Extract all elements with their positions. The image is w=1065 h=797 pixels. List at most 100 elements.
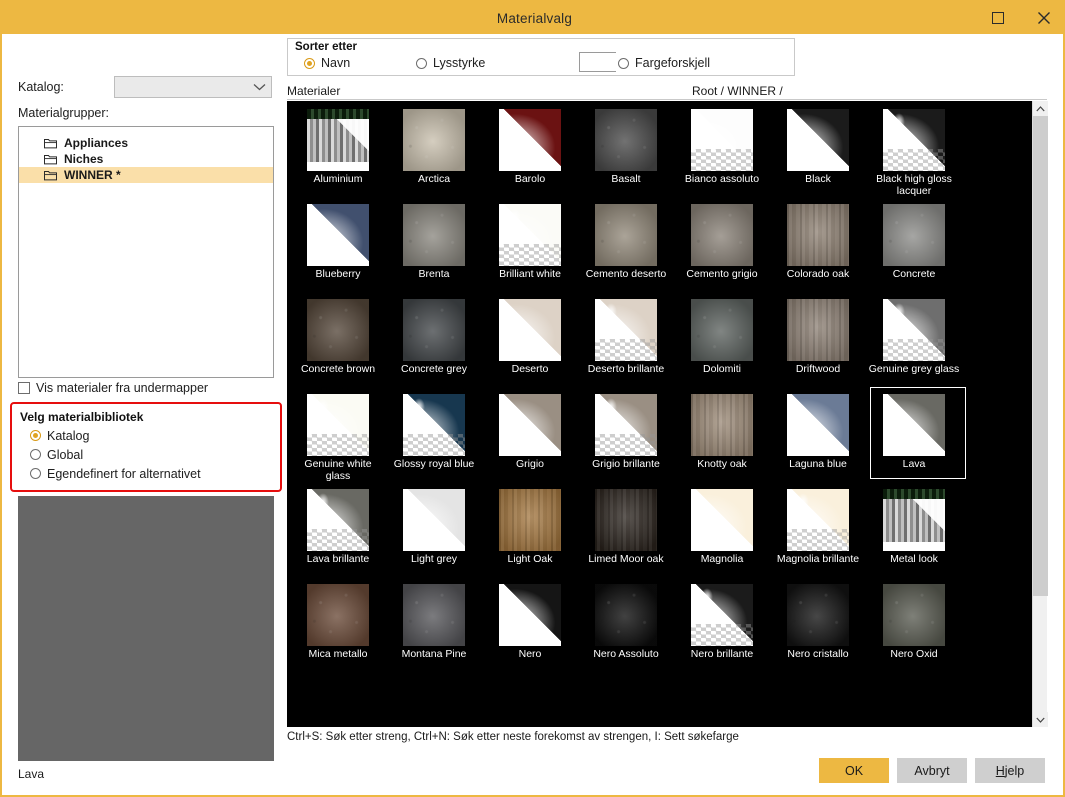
material-item[interactable]: Deserto xyxy=(482,295,578,390)
material-item[interactable]: Nero cristallo xyxy=(770,580,866,675)
material-label: Concrete grey xyxy=(387,364,481,376)
chevron-down-icon[interactable] xyxy=(1033,712,1048,727)
material-label: Nero cristallo xyxy=(771,649,865,661)
catalog-dropdown[interactable] xyxy=(114,76,272,98)
material-item[interactable]: Colorado oak xyxy=(770,200,866,295)
material-item[interactable]: Knotty oak xyxy=(674,390,770,485)
material-item[interactable]: Limed Moor oak xyxy=(578,485,674,580)
material-item[interactable]: Brenta xyxy=(386,200,482,295)
sort-option-lysstyrke[interactable]: Lysstyrke xyxy=(416,56,485,70)
material-preview-pane xyxy=(18,496,274,761)
keyboard-hint-text: Ctrl+S: Søk etter streng, Ctrl+N: Søk et… xyxy=(287,731,739,743)
material-item[interactable]: Genuine grey glass xyxy=(866,295,962,390)
material-item[interactable]: Dolomiti xyxy=(674,295,770,390)
sort-option-fargeforskjell[interactable]: Fargeforskjell xyxy=(618,56,710,70)
group-item-label: Appliances xyxy=(64,136,128,150)
material-label: Magnolia brillante xyxy=(771,554,865,566)
group-item-appliances[interactable]: Appliances xyxy=(19,135,273,151)
material-swatch xyxy=(787,204,849,266)
material-library-group: Velg materialbibliotek Katalog Global Eg… xyxy=(10,402,282,492)
material-item[interactable]: Light Oak xyxy=(482,485,578,580)
scrollbar-thumb[interactable] xyxy=(1033,116,1048,596)
material-label: Dolomiti xyxy=(675,364,769,376)
material-item[interactable]: Nero Assoluto xyxy=(578,580,674,675)
title-bar: Materialvalg xyxy=(2,2,1065,34)
material-item[interactable]: Light grey xyxy=(386,485,482,580)
material-label: Magnolia xyxy=(675,554,769,566)
material-label: Nero Oxid xyxy=(867,649,961,661)
material-item[interactable]: Basalt xyxy=(578,105,674,200)
material-item[interactable]: Nero Oxid xyxy=(866,580,962,675)
group-item-winner[interactable]: WINNER * xyxy=(19,167,273,183)
color-difference-input[interactable] xyxy=(579,52,616,72)
material-item[interactable]: Driftwood xyxy=(770,295,866,390)
materials-scrollbar[interactable] xyxy=(1032,101,1047,727)
material-item[interactable]: Arctica xyxy=(386,105,482,200)
material-swatch xyxy=(691,584,753,646)
material-label: Light grey xyxy=(387,554,481,566)
chevron-up-icon[interactable] xyxy=(1033,101,1048,116)
material-item[interactable]: Brilliant white xyxy=(482,200,578,295)
material-item[interactable]: Metal look xyxy=(866,485,962,580)
material-item[interactable]: Grigio brillante xyxy=(578,390,674,485)
material-item[interactable]: Cemento deserto xyxy=(578,200,674,295)
group-item-niches[interactable]: Niches xyxy=(19,151,273,167)
material-item[interactable]: Lava xyxy=(866,390,962,485)
library-option-custom[interactable]: Egendefinert for alternativet xyxy=(20,464,272,483)
material-item[interactable]: Aluminium xyxy=(290,105,386,200)
material-item[interactable]: Grigio xyxy=(482,390,578,485)
material-swatch xyxy=(691,204,753,266)
material-item[interactable]: Deserto brillante xyxy=(578,295,674,390)
material-swatch xyxy=(787,489,849,551)
material-item[interactable]: Black xyxy=(770,105,866,200)
material-swatch xyxy=(787,394,849,456)
material-swatch xyxy=(499,204,561,266)
help-accel: H xyxy=(996,764,1005,778)
material-swatch xyxy=(307,299,369,361)
library-option-katalog[interactable]: Katalog xyxy=(20,426,272,445)
materials-breadcrumb: Root / WINNER / xyxy=(692,84,783,98)
material-swatch xyxy=(691,394,753,456)
ok-button[interactable]: OK xyxy=(819,758,889,783)
material-swatch xyxy=(307,584,369,646)
material-item[interactable]: Glossy royal blue xyxy=(386,390,482,485)
materials-grid-container[interactable]: AluminiumArcticaBaroloBasaltBianco assol… xyxy=(287,101,1032,727)
radio-indicator xyxy=(304,58,315,69)
material-swatch xyxy=(499,299,561,361)
material-swatch xyxy=(883,204,945,266)
material-library-title: Velg materialbibliotek xyxy=(20,410,272,424)
material-item[interactable]: Bianco assoluto xyxy=(674,105,770,200)
folder-icon xyxy=(44,170,57,181)
material-swatch xyxy=(883,299,945,361)
show-subfolder-materials-checkbox[interactable]: Vis materialer fra undermapper xyxy=(18,381,208,395)
help-button[interactable]: Hjelp xyxy=(975,758,1045,783)
material-item[interactable]: Nero xyxy=(482,580,578,675)
material-item[interactable]: Nero brillante xyxy=(674,580,770,675)
material-swatch xyxy=(787,299,849,361)
material-swatch xyxy=(595,394,657,456)
close-icon[interactable] xyxy=(1021,2,1065,34)
material-item[interactable]: Mica metallo xyxy=(290,580,386,675)
material-item[interactable]: Lava brillante xyxy=(290,485,386,580)
material-item[interactable]: Magnolia xyxy=(674,485,770,580)
material-label: Knotty oak xyxy=(675,459,769,471)
material-item[interactable]: Cemento grigio xyxy=(674,200,770,295)
material-swatch xyxy=(595,109,657,171)
material-item[interactable]: Genuine white glass xyxy=(290,390,386,485)
material-label: Basalt xyxy=(579,174,673,186)
material-item[interactable]: Laguna blue xyxy=(770,390,866,485)
maximize-icon[interactable] xyxy=(975,2,1021,34)
material-item[interactable]: Barolo xyxy=(482,105,578,200)
material-label: Cemento grigio xyxy=(675,269,769,281)
material-item[interactable]: Montana Pine xyxy=(386,580,482,675)
library-option-global[interactable]: Global xyxy=(20,445,272,464)
cancel-button[interactable]: Avbryt xyxy=(897,758,967,783)
material-item[interactable]: Concrete brown xyxy=(290,295,386,390)
material-item[interactable]: Concrete xyxy=(866,200,962,295)
material-groups-list[interactable]: Appliances Niches WINNER * xyxy=(18,126,274,378)
material-item[interactable]: Concrete grey xyxy=(386,295,482,390)
material-item[interactable]: Blueberry xyxy=(290,200,386,295)
sort-option-navn[interactable]: Navn xyxy=(304,56,350,70)
material-item[interactable]: Black high gloss lacquer xyxy=(866,105,962,200)
material-item[interactable]: Magnolia brillante xyxy=(770,485,866,580)
